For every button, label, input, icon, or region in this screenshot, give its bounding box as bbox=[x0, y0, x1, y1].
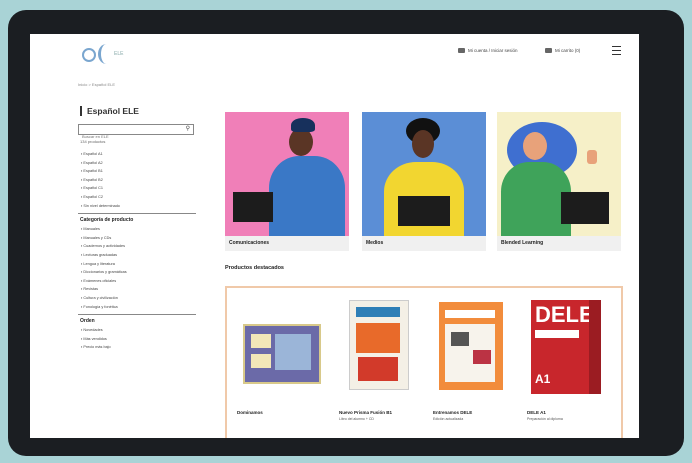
browser-screen: ELE Mi cuenta / Iniciar sesión Mi carrit… bbox=[30, 34, 639, 438]
product-subtitle: Libro del alumno + CD bbox=[339, 417, 374, 421]
sort-heading: Orden bbox=[80, 318, 95, 325]
product-image[interactable]: DELE A1 bbox=[531, 300, 601, 394]
category-item[interactable]: Lecturas graduadas bbox=[78, 251, 196, 260]
product-title[interactable]: Dominamos bbox=[237, 410, 263, 415]
level-item[interactable]: Sin nivel determinado bbox=[78, 202, 196, 211]
site-logo[interactable]: ELE bbox=[78, 42, 138, 68]
product-image[interactable] bbox=[349, 300, 409, 390]
level-list: Español A1 Español A2 Español B1 Español… bbox=[78, 150, 196, 210]
search-icon[interactable]: ⚲ bbox=[186, 126, 190, 132]
account-link[interactable]: Mi cuenta / Iniciar sesión bbox=[458, 48, 518, 53]
product-title[interactable]: Nuevo Prisma Fusión B1 bbox=[339, 410, 392, 415]
category-list: Manuales Manuales y CDs Cuadernos y acti… bbox=[78, 225, 196, 311]
product-image[interactable] bbox=[243, 324, 321, 384]
product-subtitle: Preparación al diploma bbox=[527, 417, 563, 421]
level-item[interactable]: Español A1 bbox=[78, 150, 196, 159]
sidebar-filters: Español ELE ⚲ 134 productos Español A1 E… bbox=[78, 106, 196, 352]
category-item[interactable]: Manuales bbox=[78, 225, 196, 234]
product-subtitle: Edición actualizada bbox=[433, 417, 464, 421]
sidebar-search[interactable]: ⚲ bbox=[78, 124, 194, 141]
breadcrumb[interactable]: Inicio > Español ELE bbox=[78, 82, 115, 87]
card-blended-learning[interactable]: Blended Learning bbox=[497, 112, 621, 253]
category-item[interactable]: Exámenes oficiales bbox=[78, 277, 196, 286]
menu-icon[interactable] bbox=[612, 46, 621, 55]
divider bbox=[78, 314, 196, 316]
cart-icon bbox=[545, 48, 552, 53]
illustration-image bbox=[225, 112, 349, 236]
illustration-image bbox=[362, 112, 486, 236]
category-item[interactable]: Diccionarios y gramáticas bbox=[78, 268, 196, 277]
card-medios[interactable]: Medios bbox=[362, 112, 486, 253]
product-image[interactable] bbox=[439, 302, 503, 390]
sort-item[interactable]: Más vendidos bbox=[78, 335, 196, 344]
sidebar-title: Español ELE bbox=[80, 106, 196, 116]
sort-list: Novedades Más vendidos Precio más bajo bbox=[78, 326, 196, 352]
card-label: Comunicaciones bbox=[225, 236, 349, 251]
level-item[interactable]: Español B1 bbox=[78, 167, 196, 176]
featured-products: Dominamos Nuevo Prisma Fusión B1 Libro d… bbox=[225, 286, 623, 438]
category-item[interactable]: Lengua y literatura bbox=[78, 260, 196, 269]
search-input[interactable] bbox=[79, 132, 188, 141]
product-title[interactable]: DELE A1 bbox=[527, 410, 546, 415]
card-comunicaciones[interactable]: Comunicaciones bbox=[225, 112, 349, 253]
sort-item[interactable]: Novedades bbox=[78, 326, 196, 335]
cart-link[interactable]: Mi carrito (0) bbox=[545, 48, 580, 53]
category-item[interactable]: Revistas bbox=[78, 285, 196, 294]
products-heading: Productos destacados bbox=[225, 265, 284, 271]
category-item[interactable]: Cultura y civilización bbox=[78, 294, 196, 303]
category-item[interactable]: Manuales y CDs bbox=[78, 234, 196, 243]
sort-item[interactable]: Precio más bajo bbox=[78, 343, 196, 352]
divider bbox=[78, 213, 196, 215]
level-item[interactable]: Español A2 bbox=[78, 159, 196, 168]
category-heading: Categoría de producto bbox=[80, 217, 134, 224]
level-item[interactable]: Español B2 bbox=[78, 176, 196, 185]
user-icon bbox=[458, 48, 465, 53]
level-item[interactable]: Español C2 bbox=[78, 193, 196, 202]
card-label: Medios bbox=[362, 236, 486, 251]
category-item[interactable]: Fonología y fonética bbox=[78, 303, 196, 312]
product-title[interactable]: Entrenamos DELE bbox=[433, 410, 472, 415]
illustration-image bbox=[497, 112, 621, 236]
card-label: Blended Learning bbox=[497, 236, 621, 251]
logo-text: ELE bbox=[114, 51, 124, 57]
category-item[interactable]: Cuadernos y actividades bbox=[78, 242, 196, 251]
level-item[interactable]: Español C1 bbox=[78, 184, 196, 193]
